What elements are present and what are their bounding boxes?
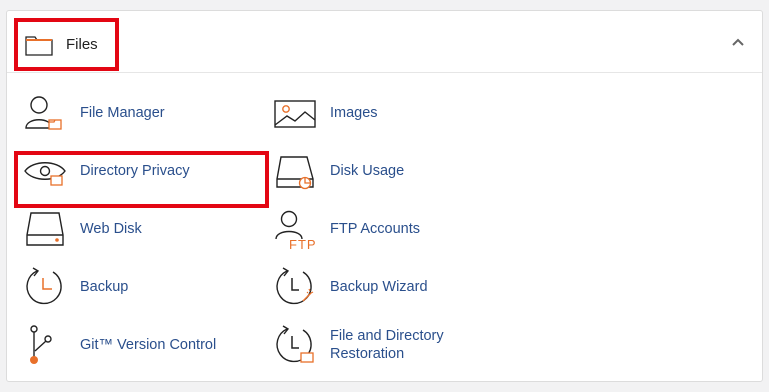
- item-label-line-1: File and Directory: [330, 328, 444, 344]
- panel-title: Files: [66, 36, 98, 53]
- restore-icon: [276, 325, 314, 363]
- images-icon: [274, 100, 316, 128]
- ftp-accounts-link[interactable]: FTP FTP Accounts: [273, 207, 473, 251]
- item-label: Web Disk: [80, 221, 142, 237]
- disk-usage-link[interactable]: Disk Usage: [273, 149, 473, 193]
- files-panel: Files File Manager Images Directory Priv…: [6, 10, 763, 382]
- file-directory-restoration-link[interactable]: File and Directory Restoration: [273, 323, 493, 367]
- item-label-line-2: Restoration: [330, 346, 405, 362]
- web-disk-link[interactable]: Web Disk: [23, 207, 253, 251]
- item-label: Backup Wizard: [330, 279, 428, 295]
- backup-icon: [26, 267, 62, 305]
- header-title-highlight: Files: [14, 18, 119, 71]
- panel-header[interactable]: Files: [7, 11, 762, 73]
- file-manager-link[interactable]: File Manager: [23, 91, 253, 135]
- web-disk-icon: [26, 212, 64, 246]
- ftp-icon-text: FTP: [289, 237, 317, 249]
- chevron-up-icon[interactable]: [730, 35, 746, 49]
- backup-wizard-link[interactable]: Backup Wizard: [273, 265, 473, 309]
- item-label: File Manager: [80, 105, 165, 121]
- item-label: Directory Privacy: [80, 163, 190, 179]
- item-label: Images: [330, 105, 378, 121]
- item-label: Backup: [80, 279, 129, 295]
- directory-privacy-icon: [24, 162, 66, 186]
- git-icon: [30, 325, 52, 364]
- images-link[interactable]: Images: [273, 91, 473, 135]
- item-label: Git™ Version Control: [80, 337, 217, 353]
- item-label: File and Directory Restoration: [330, 327, 444, 363]
- item-label: Disk Usage: [330, 163, 405, 179]
- directory-privacy-link[interactable]: Directory Privacy: [23, 149, 253, 193]
- backup-wizard-icon: [276, 267, 314, 305]
- git-version-control-link[interactable]: Git™ Version Control: [23, 323, 253, 367]
- backup-link[interactable]: Backup: [23, 265, 253, 309]
- folder-icon: [25, 36, 53, 56]
- ftp-accounts-icon: FTP: [275, 210, 317, 249]
- item-label: FTP Accounts: [330, 221, 420, 237]
- disk-usage-icon: [276, 156, 314, 190]
- file-manager-icon: [25, 96, 62, 130]
